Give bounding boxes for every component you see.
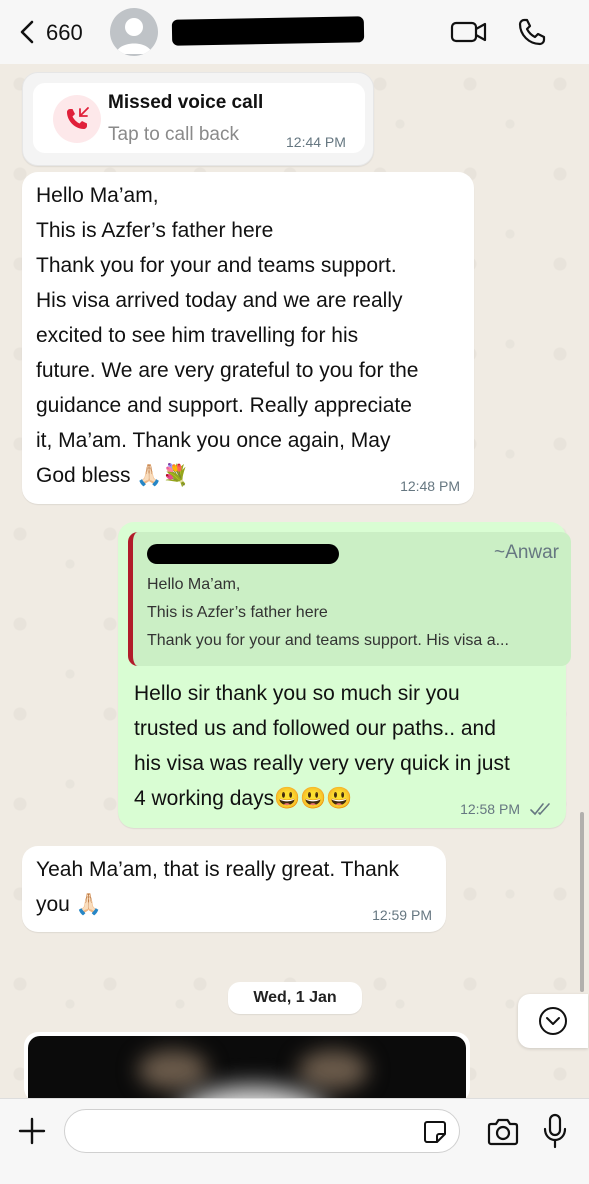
message-input[interactable] (64, 1109, 460, 1153)
message-text: Hello sir thank you so much sir you trus… (134, 682, 510, 810)
quote-line: Thank you for your and teams support. Hi… (147, 632, 509, 649)
camera-icon[interactable] (486, 1117, 520, 1147)
chat-header: 660 (0, 0, 589, 65)
date-separator: Wed, 1 Jan (228, 982, 362, 1014)
missed-call-title: Missed voice call (108, 92, 264, 113)
message-time: 12:58 PM (460, 801, 520, 817)
chevron-down-icon (539, 1007, 567, 1035)
avatar[interactable] (110, 8, 158, 56)
back-chevron-icon[interactable] (14, 18, 42, 46)
media-thumbnail (28, 1036, 466, 1102)
contact-name-redaction[interactable] (171, 16, 365, 46)
scrollbar[interactable] (580, 812, 584, 992)
microphone-icon[interactable] (542, 1113, 568, 1149)
quote-line: Hello Ma’am, (147, 576, 241, 593)
avatar-placeholder-icon (116, 18, 152, 54)
message-text: Hello Ma’am, This is Azfer’s father here… (36, 184, 419, 487)
missed-call-icon (53, 95, 101, 143)
missed-call-subtitle[interactable]: Tap to call back (108, 124, 239, 146)
double-tick-icon (530, 803, 550, 816)
quote-author: ~Anwar (494, 542, 559, 563)
missed-call-bubble[interactable] (22, 72, 374, 166)
unread-count[interactable]: 660 (46, 20, 83, 46)
missed-call-time: 12:44 PM (286, 134, 346, 150)
media-message[interactable] (24, 1032, 470, 1102)
quote-name-redaction (147, 544, 339, 564)
plus-icon[interactable] (16, 1115, 48, 1147)
incoming-message-bubble[interactable]: Hello Ma’am, This is Azfer’s father here… (22, 172, 474, 504)
scroll-to-bottom-button[interactable] (518, 994, 588, 1048)
composer-bar (0, 1098, 589, 1184)
sticker-icon[interactable] (422, 1119, 448, 1145)
quote-line: This is Azfer’s father here (147, 604, 328, 621)
quoted-message[interactable]: ~Anwar Hello Ma’am, This is Azfer’s fath… (128, 532, 571, 666)
message-time: 12:59 PM (372, 907, 432, 923)
video-call-icon[interactable] (450, 18, 488, 46)
phone-icon[interactable] (516, 16, 548, 48)
incoming-message-bubble[interactable]: Yeah Ma’am, that is really great. Thank … (22, 846, 446, 932)
message-time: 12:48 PM (400, 478, 460, 494)
